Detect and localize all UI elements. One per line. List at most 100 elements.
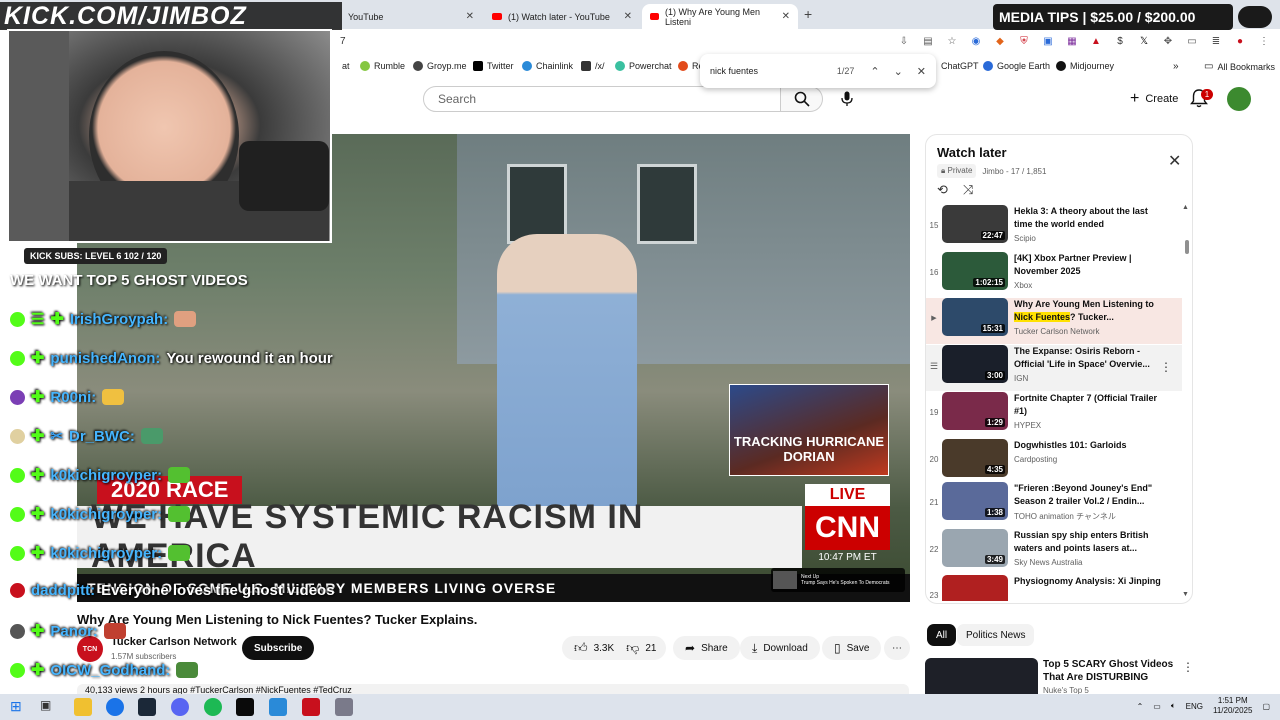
bookmark-chatgpt[interactable]: ChatGPT bbox=[941, 61, 979, 71]
file-explorer-icon[interactable] bbox=[74, 698, 92, 716]
playlist-item-hovered[interactable]: ☰ 3:00 The Expanse: Osiris Reborn - Offi… bbox=[926, 345, 1182, 391]
profile-icon[interactable]: ● bbox=[1232, 33, 1248, 49]
playlist-item[interactable]: 16 1:02:15 [4K] Xbox Partner Preview | N… bbox=[926, 252, 1182, 298]
find-input[interactable]: nick fuentes bbox=[710, 66, 758, 76]
app-icon[interactable] bbox=[335, 698, 353, 716]
puzzle-icon[interactable]: ✥ bbox=[1160, 33, 1176, 49]
extension-icon[interactable]: ▦ bbox=[1064, 33, 1080, 49]
search-button[interactable] bbox=[781, 86, 823, 112]
subscribe-button[interactable]: Subscribe bbox=[242, 636, 315, 660]
scroll-down-icon[interactable]: ▼ bbox=[1182, 591, 1189, 598]
star-icon[interactable]: ☆ bbox=[944, 33, 960, 49]
playlist-video-title: [4K] Xbox Partner Preview | November 202… bbox=[1014, 253, 1132, 276]
close-icon[interactable]: ✕ bbox=[624, 11, 632, 22]
bookmark-powerchat[interactable]: Powerchat bbox=[615, 61, 672, 71]
bookmark-rumble[interactable]: Rumble bbox=[360, 61, 405, 71]
like-button[interactable]: 👍︎ 3.3K bbox=[574, 640, 614, 656]
extension-icon[interactable]: $ bbox=[1112, 33, 1128, 49]
bookmark-groyp[interactable]: Groyp.me bbox=[413, 61, 467, 71]
bookmark-midjourney[interactable]: Midjourney bbox=[1056, 61, 1114, 71]
recommendation-thumbnail[interactable] bbox=[925, 658, 1038, 694]
bookmark-chainlink[interactable]: Chainlink bbox=[522, 61, 573, 71]
volume-icon[interactable]: 🔈︎ bbox=[1171, 701, 1176, 711]
close-icon[interactable]: ✕ bbox=[1168, 151, 1181, 171]
create-button[interactable]: + Create bbox=[1120, 86, 1188, 112]
app-icon[interactable] bbox=[302, 698, 320, 716]
bookmark[interactable]: at bbox=[342, 61, 350, 71]
shield-icon[interactable]: ⛨ bbox=[1016, 33, 1032, 49]
search-input[interactable]: Search bbox=[423, 86, 781, 112]
voice-search-button[interactable] bbox=[836, 88, 858, 110]
address-bar[interactable]: 7 bbox=[340, 36, 346, 47]
close-icon[interactable]: ✕ bbox=[782, 11, 790, 22]
chevron-down-icon[interactable]: ⌄ bbox=[894, 65, 903, 78]
bookmarks-overflow-icon[interactable]: » bbox=[1173, 61, 1179, 72]
dislike-button[interactable]: 👎︎ 21 bbox=[626, 640, 656, 656]
channel-name[interactable]: Tucker Carlson Network bbox=[111, 636, 237, 648]
x-icon[interactable]: 𝕏 bbox=[1136, 33, 1152, 49]
clock[interactable]: 1:51 PM 11/20/2025 bbox=[1213, 696, 1252, 716]
extension-icon[interactable]: ▲ bbox=[1088, 33, 1104, 49]
windows-start-icon[interactable]: ⊞ bbox=[10, 698, 28, 716]
list-icon[interactable]: ≣ bbox=[1208, 33, 1224, 49]
tab-youtube[interactable]: YouTube ✕ bbox=[340, 4, 482, 29]
task-view-icon[interactable]: ▣ bbox=[40, 698, 58, 716]
playlist-item-current[interactable]: ▶ 15:31 Why Are Young Men Listening to N… bbox=[926, 298, 1182, 344]
language-indicator[interactable]: ENG bbox=[1186, 702, 1203, 711]
playlist-title[interactable]: Watch later bbox=[937, 145, 1007, 160]
menu-icon[interactable]: ⋮ bbox=[1256, 33, 1272, 49]
next-up-card[interactable]: Next Up Trump Says He's Spoken To Democr… bbox=[771, 568, 905, 592]
extension-icon[interactable]: ◉ bbox=[968, 33, 984, 49]
metamask-icon[interactable]: ◆ bbox=[992, 33, 1008, 49]
save-button[interactable]: ▯ Save bbox=[822, 636, 882, 660]
avatar[interactable] bbox=[1227, 87, 1251, 111]
discord-icon[interactable] bbox=[171, 698, 189, 716]
download-button[interactable]: ⤓ Download bbox=[740, 636, 820, 660]
reader-icon[interactable]: ▤ bbox=[920, 33, 936, 49]
close-icon[interactable]: ✕ bbox=[917, 65, 926, 78]
share-button[interactable]: ➦ Share bbox=[673, 636, 740, 660]
bookmark-google-earth[interactable]: Google Earth bbox=[983, 61, 1050, 71]
close-icon[interactable]: ✕ bbox=[466, 11, 474, 22]
more-vert-icon[interactable]: ⋮ bbox=[1160, 360, 1172, 374]
app-icon[interactable] bbox=[269, 698, 287, 716]
all-bookmarks[interactable]: ▭ All Bookmarks bbox=[1204, 61, 1275, 72]
chevron-up-icon[interactable]: ⌃ bbox=[870, 65, 879, 78]
chrome-icon[interactable] bbox=[106, 698, 124, 716]
playlist-scrollbar[interactable] bbox=[1185, 240, 1189, 254]
plus-badge-icon: ✚ bbox=[31, 662, 45, 679]
more-vert-icon[interactable]: ⋮ bbox=[1182, 660, 1194, 674]
steam-icon[interactable] bbox=[138, 698, 156, 716]
playlist-item[interactable]: 21 1:38 "Frieren :Beyond Jouney's End" S… bbox=[926, 482, 1182, 528]
chat-message: ✚ k0kichigroyper: bbox=[10, 504, 191, 524]
install-icon[interactable]: ⇩ bbox=[896, 33, 912, 49]
chip-all[interactable]: All bbox=[927, 624, 957, 646]
bookmark-x[interactable]: /x/ bbox=[581, 61, 605, 71]
media-icon[interactable]: ▭ bbox=[1184, 33, 1200, 49]
network-icon[interactable]: ▭ bbox=[1153, 702, 1161, 711]
spotify-icon[interactable] bbox=[204, 698, 222, 716]
loop-icon[interactable]: ⟲ bbox=[937, 182, 948, 198]
share-label: Share bbox=[701, 642, 728, 654]
playlist-item[interactable]: 23 Physiognomy Analysis: Xi Jinping bbox=[926, 575, 1182, 601]
extension-icon[interactable]: ▣ bbox=[1040, 33, 1056, 49]
playlist-video-title: Fortnite Chapter 7 (Official Trailer #1) bbox=[1014, 393, 1158, 416]
playlist-item[interactable]: 20 4:35 Dogwhistles 101: Garloids Cardpos… bbox=[926, 439, 1182, 485]
chevron-up-icon[interactable]: ⌃ bbox=[1137, 702, 1144, 711]
tab-watch-later[interactable]: (1) Watch later - YouTube ✕ bbox=[484, 4, 640, 29]
shuffle-icon[interactable]: ⤨ bbox=[963, 182, 973, 198]
new-tab-button[interactable]: + bbox=[804, 6, 812, 22]
recommendation-title[interactable]: Top 5 SCARY Ghost Videos That Are DISTUR… bbox=[1043, 658, 1183, 684]
scroll-up-icon[interactable]: ▲ bbox=[1182, 204, 1189, 211]
bookmark-twitter[interactable]: Twitter bbox=[473, 61, 514, 71]
more-actions-button[interactable]: ⋯ bbox=[884, 636, 910, 660]
drag-handle-icon[interactable]: ☰ bbox=[926, 361, 942, 372]
chip-politics-news[interactable]: Politics News bbox=[957, 624, 1035, 646]
chat-username: OICW_Godhand: bbox=[50, 661, 171, 679]
playlist-item[interactable]: 19 1:29 Fortnite Chapter 7 (Official Tra… bbox=[926, 392, 1182, 438]
playlist-item[interactable]: 22 3:49 Russian spy ship enters British … bbox=[926, 529, 1182, 575]
playlist-item[interactable]: 15 22:47 Hekla 3: A theory about the las… bbox=[926, 205, 1182, 251]
notification-center-icon[interactable]: ▢ bbox=[1262, 702, 1270, 711]
terminal-icon[interactable] bbox=[236, 698, 254, 716]
tab-current-video[interactable]: (1) Why Are Young Men Listeni ✕ bbox=[642, 4, 798, 29]
